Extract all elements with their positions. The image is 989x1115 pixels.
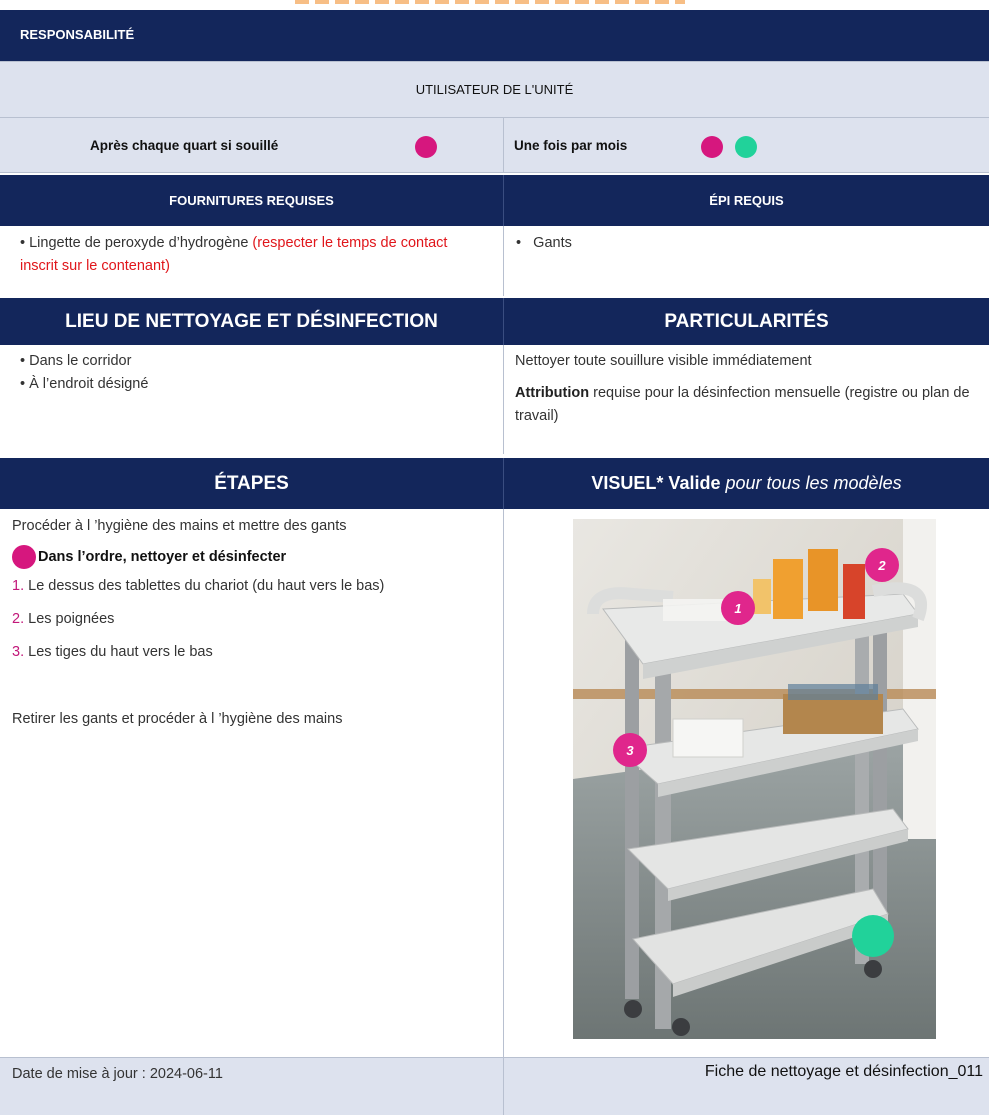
supplies-body: • Lingette de peroxyde d’hydrogène (resp… (20, 235, 448, 274)
ppe-title: ÉPI REQUIS (709, 193, 784, 208)
particularities-body: Nettoyer toute souillure visible immédia… (503, 345, 989, 454)
pink-dot-icon (701, 136, 723, 158)
supplies-item: Lingette de peroxyde d’hydrogène (29, 235, 249, 251)
steps-body: Procéder à l ’hygiène des mains et mettr… (0, 509, 503, 1057)
location-item: • Dans le corridor (20, 353, 132, 369)
step-item: 2. Les poignées (12, 611, 115, 627)
frequency-left-label: Après chaque quart si souillé (90, 138, 279, 153)
location-body: • Dans le corridor • À l’endroit désigné (0, 345, 503, 454)
responsibility-header: RESPONSABILITÉ (0, 10, 989, 61)
marker-3-icon: 3 (613, 733, 647, 767)
frequency-right: Une fois par mois (503, 118, 989, 172)
steps-intro: Procéder à l ’hygiène des mains et mettr… (12, 518, 347, 534)
user-label: UTILISATEUR DE L'UNITÉ (415, 82, 574, 97)
step-item: 3. Les tiges du haut vers le bas (12, 644, 213, 660)
location-particularities-header: LIEU DE NETTOYAGE ET DÉSINFECTION PARTIC… (0, 298, 989, 345)
footer-doc: Fiche de nettoyage et désinfection_011 (704, 1063, 983, 1080)
footer: Date de mise à jour : 2024-06-11 Fiche d… (0, 1057, 989, 1115)
frequency-left: Après chaque quart si souillé (0, 118, 503, 172)
responsibility-label: RESPONSABILITÉ (20, 27, 135, 42)
pink-dot-icon (415, 136, 437, 158)
supplies-ppe-body: • Lingette de peroxyde d’hydrogène (resp… (0, 226, 989, 296)
step-item: 1. Le dessus des tablettes du chariot (d… (12, 578, 385, 594)
top-title-remnant (0, 0, 989, 7)
teal-dot-icon (852, 915, 894, 957)
particularities-line2: Attribution requise pour la désinfection… (515, 385, 970, 424)
steps-order-heading: Dans l’ordre, nettoyer et désinfecter (12, 545, 493, 569)
pink-dot-icon (12, 545, 36, 569)
location-item: • À l’endroit désigné (20, 376, 149, 392)
steps-outro: Retirer les gants et procéder à l ’hygiè… (12, 711, 343, 727)
teal-dot-icon (735, 136, 757, 158)
location-title: LIEU DE NETTOYAGE ET DÉSINFECTION (65, 310, 438, 332)
cart-photo: 1 2 3 (573, 519, 936, 1039)
frequency-row: Après chaque quart si souillé Une fois p… (0, 117, 989, 173)
supplies-ppe-header: FOURNITURES REQUISES ÉPI REQUIS (0, 175, 989, 226)
marker-2-icon: 2 (865, 548, 899, 582)
location-particularities-body: • Dans le corridor • À l’endroit désigné… (0, 345, 989, 454)
cart-illustration (573, 519, 936, 1039)
visual-title: VISUEL* Valide pour tous les modèles (591, 473, 902, 493)
particularities-title: PARTICULARITÉS (664, 310, 829, 332)
user-row: UTILISATEUR DE L'UNITÉ (0, 61, 989, 117)
supplies-title: FOURNITURES REQUISES (169, 193, 334, 208)
marker-1-icon: 1 (721, 591, 755, 625)
ppe-body: • Gants (503, 226, 989, 296)
footer-date: Date de mise à jour : 2024-06-11 (12, 1066, 223, 1082)
steps-visual-header: ÉTAPES VISUEL* Valide pour tous les modè… (0, 458, 989, 509)
footer-left: Date de mise à jour : 2024-06-11 (0, 1058, 503, 1115)
footer-right: Fiche de nettoyage et désinfection_011 (503, 1058, 989, 1115)
ppe-item: Gants (533, 235, 572, 251)
frequency-right-label: Une fois par mois (514, 138, 628, 153)
steps-title: ÉTAPES (214, 472, 289, 494)
particularities-line1: Nettoyer toute souillure visible immédia… (515, 353, 812, 369)
